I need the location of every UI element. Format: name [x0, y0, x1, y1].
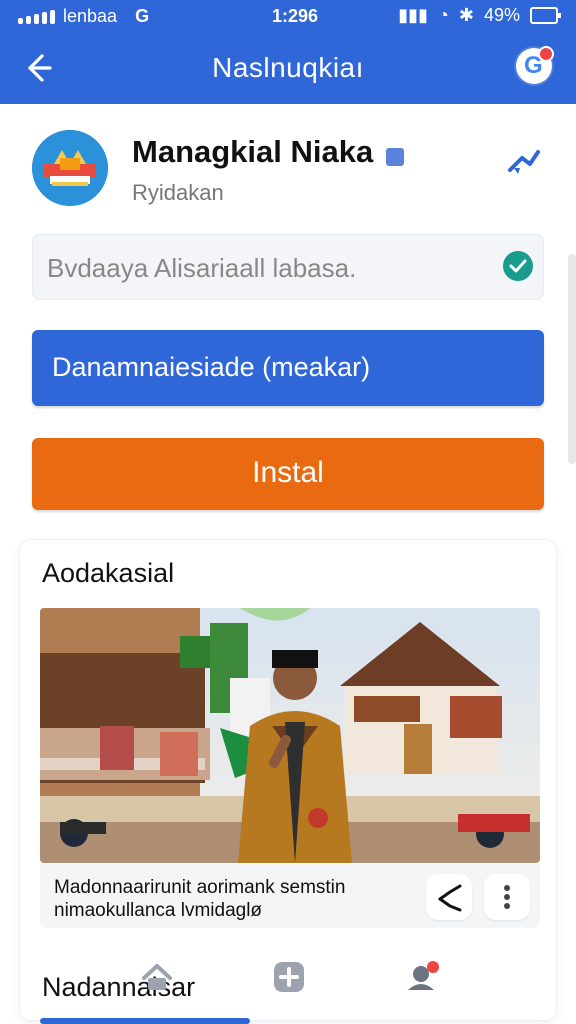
network-icon: ▮▮▮: [398, 5, 428, 25]
account-avatar[interactable]: G: [516, 46, 554, 84]
section-title: Aodakasial: [42, 558, 175, 588]
verified-icon: [386, 148, 404, 166]
main-content: Managkial Niaka Ryidakan Bvdaaya Alisari…: [0, 104, 576, 1024]
bluetooth-icon: ✱: [458, 5, 474, 25]
add-icon: [274, 962, 304, 992]
profile-nav-button[interactable]: [402, 956, 444, 998]
home-nav-button[interactable]: [136, 956, 178, 998]
app-logo: [32, 130, 108, 206]
scrollbar[interactable]: [568, 254, 576, 464]
wifi-icon: ◔: [438, 5, 449, 25]
back-button[interactable]: [18, 48, 58, 88]
app-header: Managkial Niaka Ryidakan: [32, 128, 544, 218]
battery-text: 49%: [483, 5, 520, 25]
primary-action-button[interactable]: Danamnaiesiade (meakar): [32, 330, 544, 406]
app-subtitle: Ryidakan: [132, 180, 224, 205]
pin-icon: [508, 150, 540, 174]
more-icon: [504, 885, 510, 909]
media-section: Aodakasial Madonnaarirunit aorimank sems…: [20, 540, 556, 1020]
signal-icon: [18, 9, 55, 24]
carrier-text: lenbaa: [63, 6, 118, 26]
app-bar: Naslnuqkiaı G: [0, 34, 576, 104]
app-logo-icon: [32, 130, 108, 206]
install-label: Instal: [252, 456, 324, 489]
check-icon: [503, 251, 533, 281]
share-icon: [438, 884, 462, 912]
add-nav-button[interactable]: [268, 956, 310, 998]
notification-dot: [538, 46, 554, 62]
profile-icon: [408, 961, 439, 990]
primary-action-label: Danamnaiesiade (meakar): [52, 352, 371, 382]
status-right: ▮▮▮ ◔ ✱ 49%: [398, 5, 561, 26]
check-icon-svg: [509, 259, 527, 273]
app-name: Managkial Niaka: [132, 134, 374, 169]
page-title: Naslnuqkiaı: [212, 52, 364, 83]
bottom-indicator: [40, 1018, 250, 1024]
media-illustration: [40, 608, 540, 863]
media-caption: Madonnaarirunit aorimank semstin nimaoku…: [54, 877, 346, 921]
battery-icon: [530, 7, 561, 24]
share-button[interactable]: [426, 874, 472, 920]
status-bar: lenbaa G 1:296 ▮▮▮ ◔ ✱ 49%: [0, 0, 576, 34]
home-icon: [142, 964, 172, 990]
install-button[interactable]: Instal: [32, 438, 544, 510]
search-value: Bvdaaya Alisariaall labasa.: [47, 253, 357, 283]
status-left: lenbaa G: [18, 6, 149, 27]
media-image[interactable]: [40, 608, 540, 863]
back-icon: [28, 54, 52, 82]
status-time: 1:296: [272, 6, 319, 26]
pin-button[interactable]: [504, 142, 544, 182]
media-caption-box: Madonnaarirunit aorimank semstin nimaoku…: [40, 864, 540, 928]
more-button[interactable]: [484, 874, 530, 920]
search-input[interactable]: Bvdaaya Alisariaall labasa.: [32, 234, 544, 300]
status-badge: G: [135, 6, 150, 26]
